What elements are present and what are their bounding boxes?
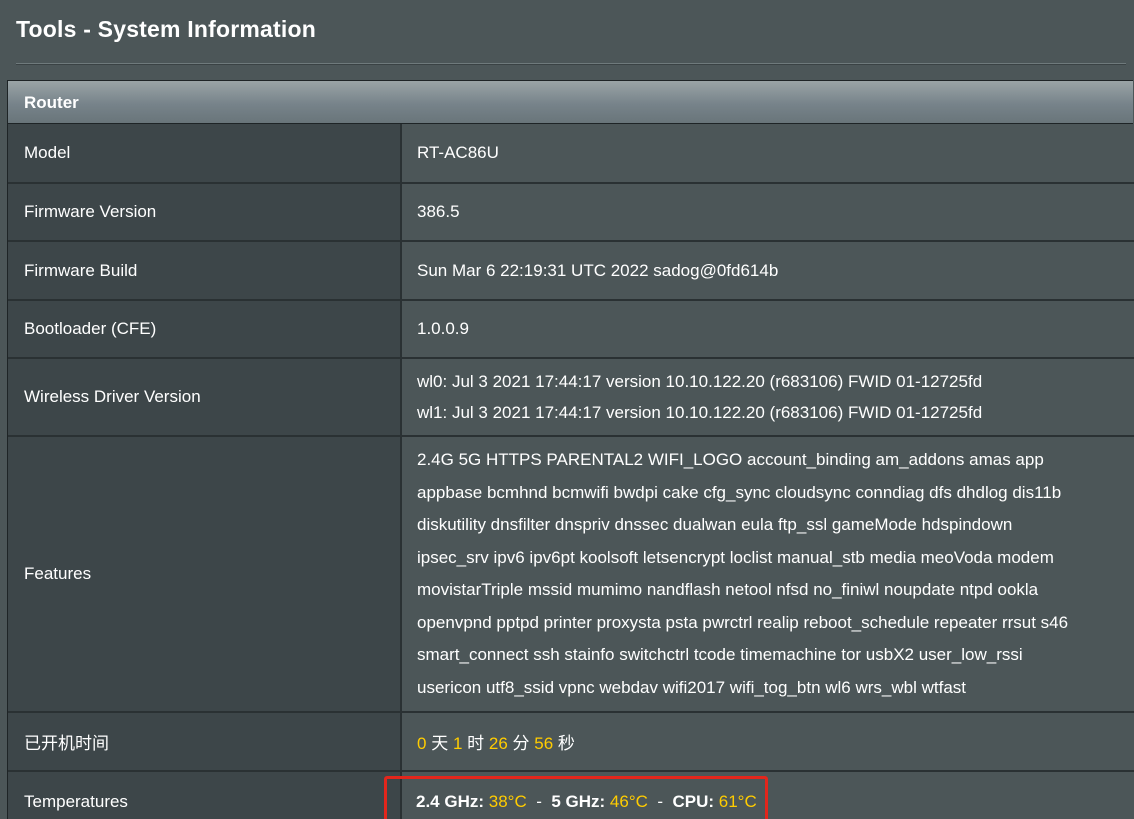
bootloader-label: Bootloader (CFE) <box>8 300 402 359</box>
row-bootloader: Bootloader (CFE) 1.0.0.9 <box>8 300 1134 359</box>
uptime-minutes: 26 <box>488 734 508 753</box>
uptime-seconds-unit: 秒 <box>557 734 575 753</box>
model-label: Model <box>8 124 402 184</box>
row-features: Features 2.4G 5G HTTPS PARENTAL2 WIFI_LO… <box>8 436 1134 713</box>
router-info-panel: Router Model RT-AC86U Firmware Version 3… <box>7 80 1134 819</box>
temp-cpu-value: 61°C <box>718 792 757 811</box>
uptime-hours: 1 <box>452 734 463 753</box>
uptime-minutes-unit: 分 <box>512 734 530 753</box>
temp-24ghz-value: 38°C <box>488 792 527 811</box>
temperatures-label: Temperatures <box>8 771 402 819</box>
panel-header: Router <box>8 81 1133 124</box>
row-firmware-build: Firmware Build Sun Mar 6 22:19:31 UTC 20… <box>8 241 1134 301</box>
temp-separator: - <box>657 792 664 811</box>
page-title: Tools - System Information <box>16 16 316 42</box>
wireless-driver-line-wl0: wl0: Jul 3 2021 17:44:17 version 10.10.1… <box>417 371 983 391</box>
title-divider <box>16 63 1126 65</box>
uptime-hours-unit: 时 <box>467 734 485 753</box>
temp-separator: - <box>536 792 542 811</box>
temp-5ghz-label: 5 GHz: <box>551 792 606 811</box>
row-wireless-driver: Wireless Driver Version wl0: Jul 3 2021 … <box>8 358 1134 437</box>
features-value: 2.4G 5G HTTPS PARENTAL2 WIFI_LOGO accoun… <box>401 436 1134 713</box>
bootloader-value: 1.0.0.9 <box>401 300 1134 359</box>
temp-cpu-label: CPU: <box>672 792 715 811</box>
uptime-seconds: 56 <box>534 734 554 753</box>
features-line: openvpnd pptpd printer proxysta psta pwr… <box>417 612 1069 632</box>
system-information-page: Tools - System Information Router Model … <box>0 0 1134 819</box>
features-line: ipsec_srv ipv6 ipv6pt koolsoft letsencry… <box>417 547 1054 567</box>
wireless-driver-value: wl0: Jul 3 2021 17:44:17 version 10.10.1… <box>401 358 1134 437</box>
row-uptime: 已开机时间 0 天 1 时 26 分 56 秒 <box>8 712 1134 772</box>
features-line: usericon utf8_ssid vpnc webdav wifi2017 … <box>417 677 966 697</box>
uptime-days-unit: 天 <box>431 734 449 753</box>
firmware-version-value: 386.5 <box>401 183 1134 242</box>
wireless-driver-label: Wireless Driver Version <box>8 358 402 437</box>
features-line: appbase bcmhnd bcmwifi bwdpi cake cfg_sy… <box>417 482 1062 502</box>
firmware-version-label: Firmware Version <box>8 183 402 242</box>
temperatures-value: 2.4 GHz: 38°C - 5 GHz: 46°C - CPU: 61°C <box>384 771 1134 819</box>
features-line: movistarTriple mssid mumimo nandflash ne… <box>417 580 1039 599</box>
features-label: Features <box>8 436 402 713</box>
row-temperatures: Temperatures 2.4 GHz: 38°C - 5 GHz: 46°C… <box>8 771 1134 819</box>
temp-5ghz-value: 46°C <box>609 792 648 811</box>
firmware-build-label: Firmware Build <box>8 241 402 301</box>
router-info-table: Model RT-AC86U Firmware Version 386.5 Fi… <box>8 124 1134 819</box>
model-value: RT-AC86U <box>401 124 1134 184</box>
features-line: smart_connect ssh stainfo switchctrl tco… <box>417 645 1023 664</box>
uptime-label: 已开机时间 <box>8 712 402 772</box>
wireless-driver-line-wl1: wl1: Jul 3 2021 17:44:17 version 10.10.1… <box>417 403 983 422</box>
temperatures-highlight-box: 2.4 GHz: 38°C - 5 GHz: 46°C - CPU: 61°C <box>384 776 768 819</box>
row-model: Model RT-AC86U <box>8 124 1134 184</box>
temp-24ghz-label: 2.4 GHz: <box>416 792 485 811</box>
uptime-days: 0 <box>417 734 427 753</box>
firmware-build-value: Sun Mar 6 22:19:31 UTC 2022 sadog@0fd614… <box>401 241 1134 301</box>
uptime-value: 0 天 1 时 26 分 56 秒 <box>401 712 1134 772</box>
features-line: diskutility dnsfilter dnspriv dnssec dua… <box>417 515 1013 534</box>
features-line: 2.4G 5G HTTPS PARENTAL2 WIFI_LOGO accoun… <box>417 450 1044 469</box>
row-firmware-version: Firmware Version 386.5 <box>8 183 1134 242</box>
